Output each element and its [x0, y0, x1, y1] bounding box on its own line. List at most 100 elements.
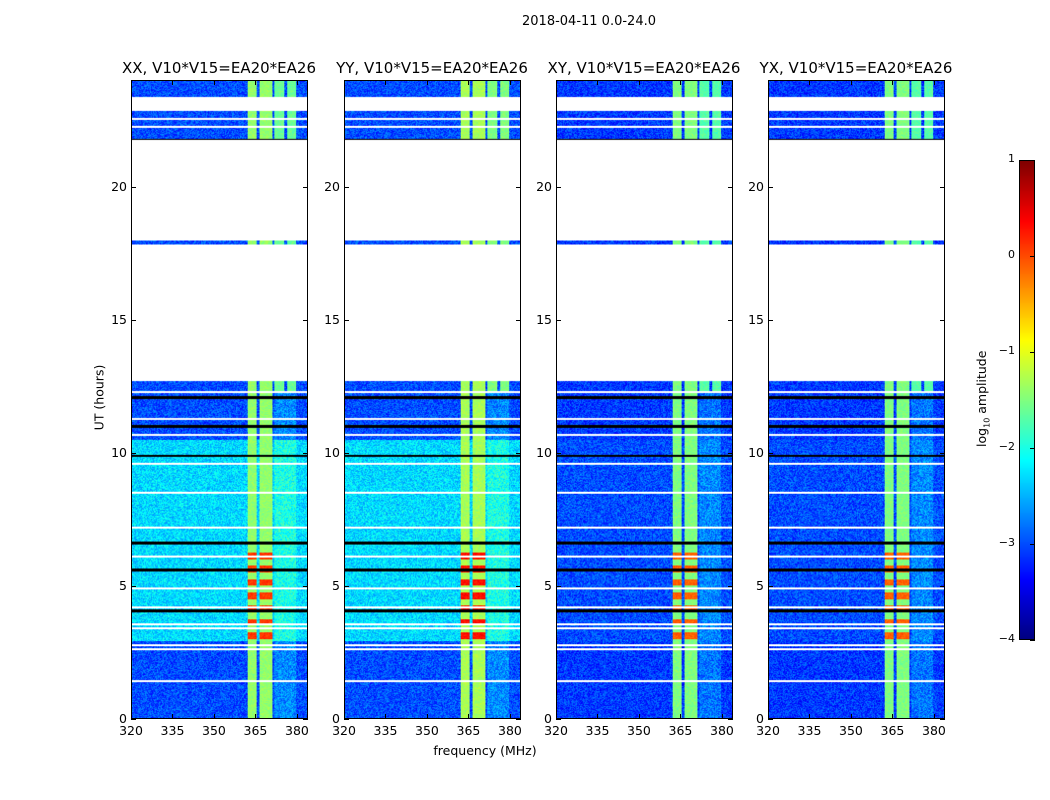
- figure: 2018-04-11 0.0-24.0 frequency (MHz) UT (…: [0, 0, 1050, 800]
- y-tick-mark: [556, 319, 561, 321]
- x-tick-mark: [385, 714, 387, 719]
- panel-title: XY, V10*V15=EA20*EA26: [547, 59, 741, 77]
- panel-title: YY, V10*V15=EA20*EA26: [336, 59, 528, 77]
- heatmap-cells: [557, 81, 732, 718]
- y-tick-mark: [940, 186, 945, 188]
- colorbar-tick-mark: [1030, 448, 1035, 449]
- heatmap-cells: [132, 81, 307, 718]
- y-tick-label: 0: [756, 711, 764, 726]
- y-tick-mark: [131, 319, 136, 321]
- x-tick-mark: [850, 714, 852, 719]
- y-tick-mark: [131, 585, 136, 587]
- y-tick-label: 20: [324, 178, 340, 194]
- x-tick-label: 380: [498, 723, 522, 738]
- x-tick-mark: [892, 714, 894, 719]
- colorbar-tick-label: −2: [998, 440, 1015, 453]
- x-tick-label: 350: [415, 723, 439, 738]
- x-tick-mark: [213, 80, 215, 85]
- y-tick-mark: [728, 319, 733, 321]
- colorbar-tick-mark: [1030, 640, 1035, 641]
- y-axis-label: UT (hours): [91, 364, 107, 431]
- y-tick-mark: [728, 452, 733, 454]
- y-tick-mark: [344, 719, 349, 720]
- y-tick-label: 0: [119, 711, 127, 726]
- x-tick-mark: [680, 80, 682, 85]
- colorbar: [1019, 160, 1035, 640]
- y-tick-mark: [516, 452, 521, 454]
- x-tick-label: 380: [922, 723, 946, 738]
- y-tick-mark: [940, 585, 945, 587]
- x-tick-mark: [296, 714, 298, 719]
- x-tick-mark: [131, 80, 132, 85]
- x-axis-label: frequency (MHz): [433, 743, 537, 758]
- y-tick-label: 5: [119, 577, 127, 593]
- x-tick-mark: [768, 80, 769, 85]
- y-tick-mark: [728, 585, 733, 587]
- x-tick-label: 335: [585, 723, 610, 738]
- colorbar-tick-mark: [1030, 256, 1035, 257]
- colorbar-tick-label: −1: [998, 344, 1015, 357]
- y-tick-label: 10: [536, 444, 552, 460]
- colorbar-gradient: [1020, 161, 1034, 639]
- y-tick-mark: [940, 452, 945, 454]
- y-tick-mark: [768, 319, 773, 321]
- colorbar-tick-label: −3: [998, 536, 1015, 549]
- heatmap-cells: [769, 81, 944, 718]
- y-tick-mark: [768, 452, 773, 454]
- y-tick-mark: [344, 319, 349, 321]
- y-tick-mark: [344, 585, 349, 587]
- y-tick-mark: [940, 319, 945, 321]
- y-tick-mark: [556, 719, 561, 720]
- y-tick-label: 20: [111, 178, 127, 194]
- y-tick-label: 0: [544, 711, 552, 726]
- x-tick-mark: [850, 80, 852, 85]
- y-tick-mark: [556, 452, 561, 454]
- x-tick-label: 380: [285, 723, 309, 738]
- y-tick-mark: [728, 719, 733, 720]
- y-tick-mark: [344, 452, 349, 454]
- y-tick-mark: [303, 186, 308, 188]
- y-tick-label: 5: [756, 577, 764, 593]
- y-tick-label: 15: [536, 311, 552, 327]
- heatmap-panel: [556, 80, 733, 719]
- x-tick-mark: [933, 714, 935, 719]
- x-tick-mark: [809, 80, 811, 85]
- x-tick-mark: [213, 714, 215, 719]
- y-tick-mark: [303, 719, 308, 720]
- x-tick-mark: [344, 80, 345, 85]
- x-tick-label: 335: [797, 723, 822, 738]
- y-tick-mark: [131, 719, 136, 720]
- y-tick-mark: [940, 719, 945, 720]
- colorbar-tick-mark: [1030, 544, 1035, 545]
- x-tick-mark: [933, 80, 935, 85]
- x-tick-mark: [255, 714, 257, 719]
- figure-title: 2018-04-11 0.0-24.0: [522, 14, 656, 29]
- y-tick-label: 5: [332, 577, 340, 593]
- panel-title: XX, V10*V15=EA20*EA26: [121, 59, 316, 77]
- y-tick-label: 15: [111, 311, 127, 327]
- x-tick-mark: [680, 714, 682, 719]
- x-tick-mark: [172, 714, 174, 719]
- x-tick-mark: [255, 80, 257, 85]
- y-tick-mark: [768, 585, 773, 587]
- colorbar-tick-mark: [1030, 352, 1035, 353]
- y-tick-label: 5: [544, 577, 552, 593]
- heatmap-panel: [344, 80, 521, 719]
- heatmap-cells: [345, 81, 520, 718]
- x-tick-label: 365: [668, 723, 693, 738]
- y-tick-mark: [131, 452, 136, 454]
- y-tick-mark: [516, 585, 521, 587]
- x-tick-mark: [556, 80, 557, 85]
- y-tick-label: 10: [111, 444, 127, 460]
- y-tick-mark: [303, 319, 308, 321]
- colorbar-tick-label: 1: [1008, 152, 1015, 165]
- x-tick-label: 350: [202, 723, 226, 738]
- x-tick-mark: [385, 80, 387, 85]
- y-tick-label: 10: [324, 444, 340, 460]
- x-tick-label: 335: [160, 723, 185, 738]
- y-tick-mark: [516, 719, 521, 720]
- colorbar-tick-mark: [1030, 160, 1035, 161]
- x-tick-mark: [172, 80, 174, 85]
- y-tick-mark: [516, 319, 521, 321]
- y-tick-label: 10: [748, 444, 764, 460]
